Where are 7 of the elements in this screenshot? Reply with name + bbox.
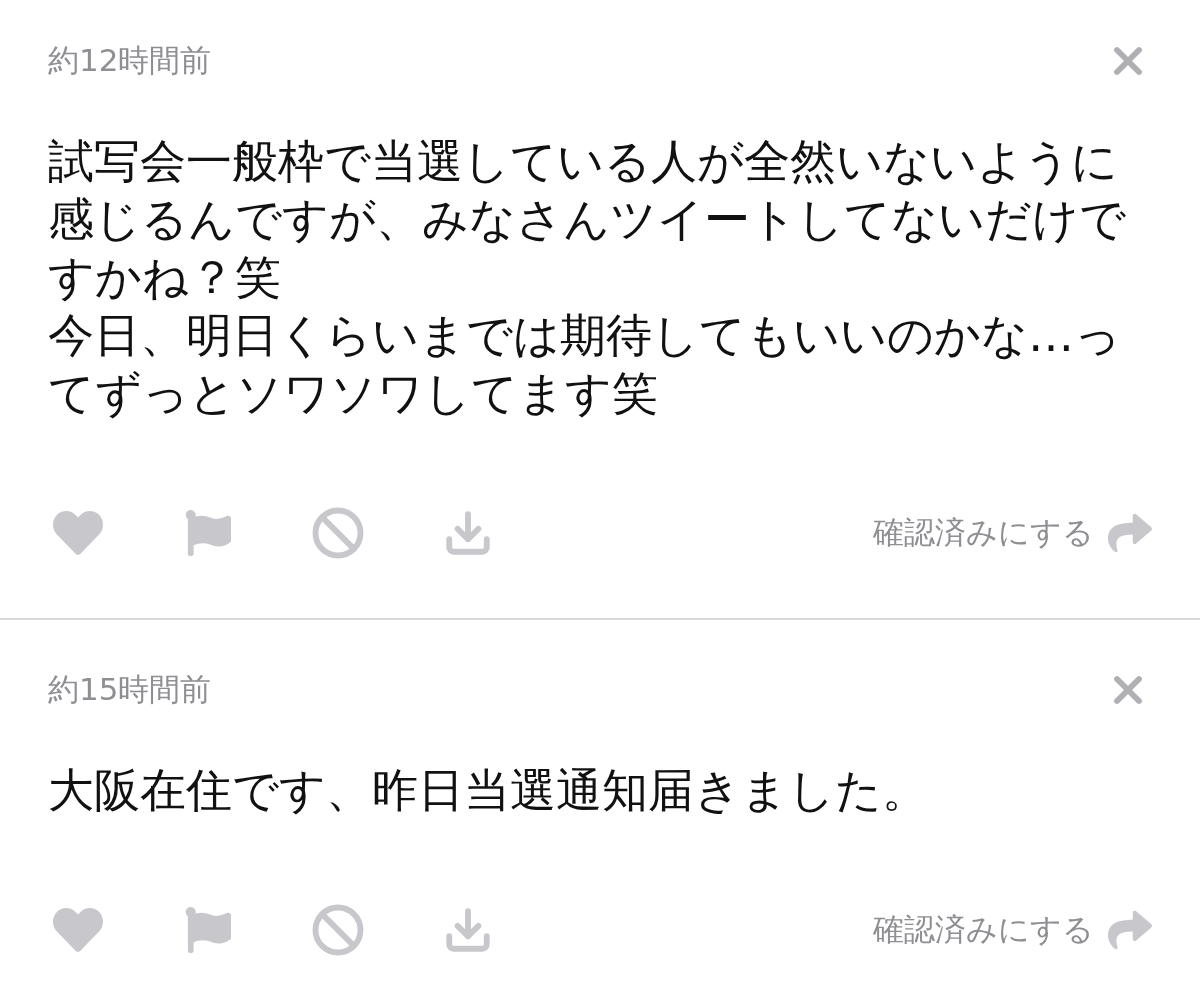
- comment-text: 大阪在住です、昨日当選通知届きました。: [48, 762, 929, 819]
- comment-text: 今日、明日くらいまでは期待してもいいのかな…ってずっとソワソワしてます笑: [48, 307, 1122, 422]
- mark-read-button[interactable]: 確認済みにする: [873, 909, 1094, 951]
- mark-read-button[interactable]: 確認済みにする: [873, 512, 1094, 554]
- comment-text: 試写会一般枠で当選している人が全然いないように感じるんですが、みなさんツイートしてないだけですかね？笑: [48, 133, 1127, 306]
- timestamp: 約12時間前: [48, 41, 212, 80]
- timestamp: 約15時間前: [48, 670, 212, 709]
